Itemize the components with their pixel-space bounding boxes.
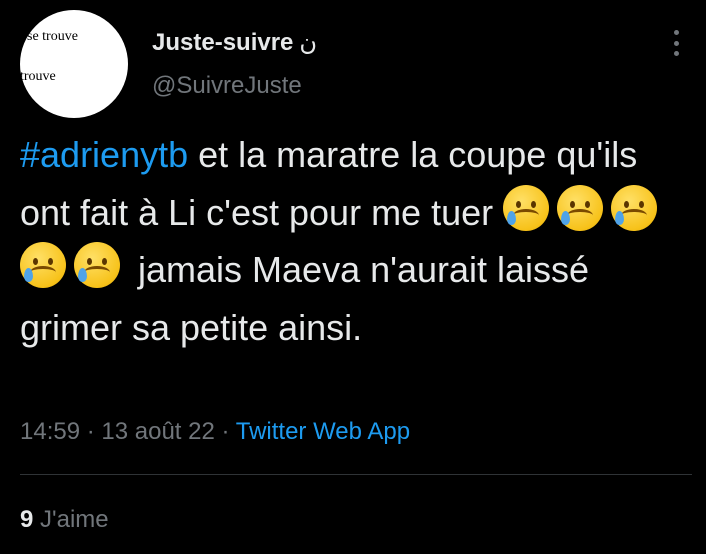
avatar-text: ose trouve [20,29,78,44]
divider [20,474,692,475]
tweet-source-link[interactable]: Twitter Web App [236,418,410,445]
likes-stat[interactable]: 9 J'aime [20,506,109,534]
likes-label: J'aime [40,506,109,533]
display-name-mark: ن [299,29,318,56]
tweet-text: #adrienytb et la maratre la coupe qu'ils… [20,126,692,356]
tweet-date[interactable]: 13 août 22 [101,418,214,445]
sad-but-relieved-face-emoji-icon [20,242,66,288]
more-options-icon[interactable] [666,28,686,58]
avatar[interactable]: ose trouve trouve [20,10,128,118]
tweet-meta: 14:59 · 13 août 22 · Twitter Web App [20,418,410,446]
sad-but-relieved-face-emoji-icon [503,184,550,231]
author-display-name[interactable]: Juste-suivre ن [152,28,317,57]
sad-but-relieved-face-emoji-icon [557,184,604,231]
separator: · [80,418,102,445]
sad-but-relieved-face-emoji-icon [74,242,120,288]
author-handle[interactable]: @SuivreJuste [152,72,302,100]
likes-count: 9 [20,506,34,533]
separator: · [214,418,236,445]
tweet-time[interactable]: 14:59 [20,418,80,445]
sad-but-relieved-face-emoji-icon [611,184,658,231]
hashtag-link[interactable]: #adrienytb [20,134,188,175]
avatar-text: trouve [20,69,56,84]
display-name-text: Juste-suivre [152,29,294,56]
